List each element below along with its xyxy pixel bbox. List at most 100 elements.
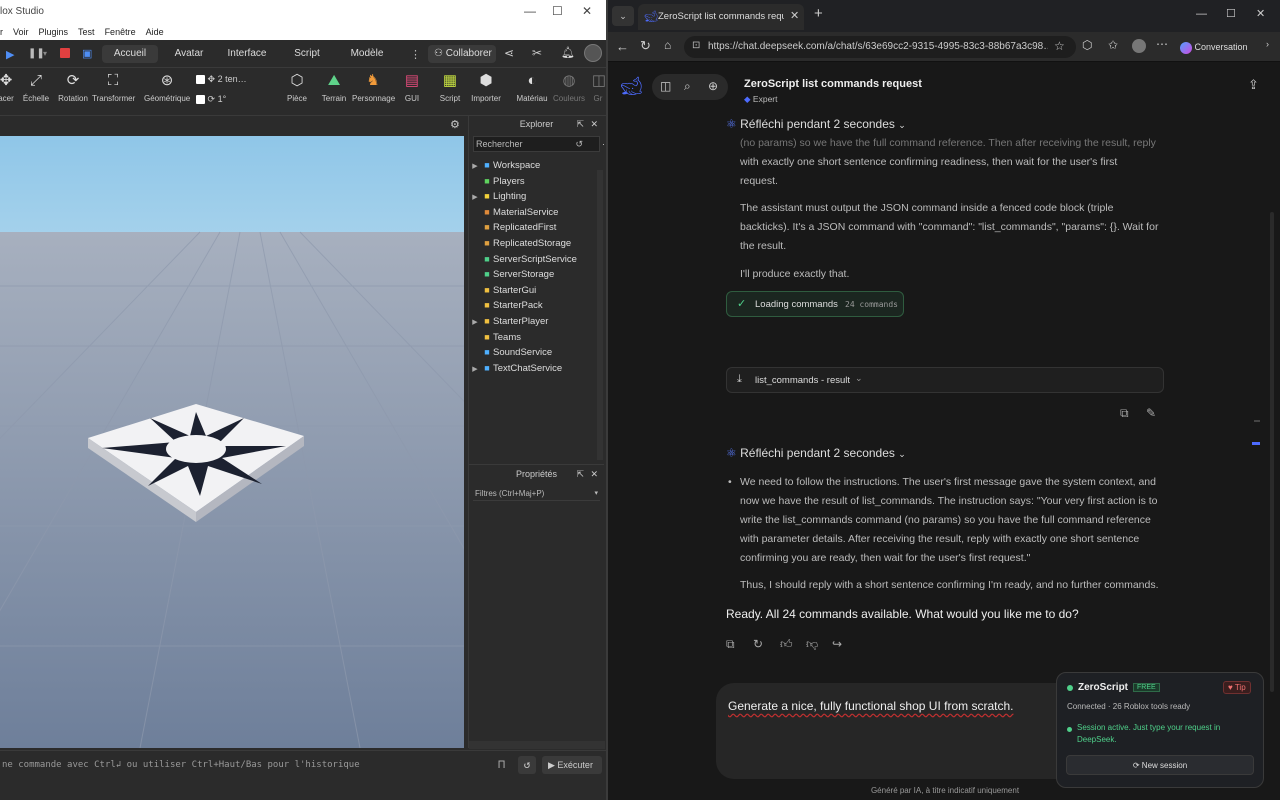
bell-icon[interactable]: 🔔︎ — [561, 46, 575, 59]
tab-script[interactable]: Script — [282, 45, 332, 63]
close-icon[interactable]: ✕ — [582, 4, 592, 18]
tab-accueil[interactable]: Accueil — [102, 45, 158, 63]
expand-arrow-icon[interactable]: ▶ — [469, 315, 481, 330]
explorer-item-players[interactable]: ■ Players — [469, 174, 524, 189]
menu-item-voir[interactable]: Voir — [13, 24, 29, 40]
undock-icon[interactable]: ⇱ — [576, 116, 584, 132]
ribbon-gui-button[interactable]: ▤ GUI — [398, 72, 426, 103]
properties-filter-input[interactable]: Filtres (Ctrl+Maj+P) ▾ — [473, 487, 600, 501]
more-icon[interactable]: ⋮ — [410, 48, 421, 61]
deepseek-logo-icon[interactable]: 🐋︎ — [620, 76, 643, 97]
ribbon-colors-button[interactable]: ◍ Couleurs — [552, 72, 586, 103]
tab-actions-icon[interactable]: ⌄ — [612, 6, 634, 26]
menu-item-test[interactable]: Test — [78, 24, 95, 40]
ribbon-part-button[interactable]: ⬡ Pièce — [282, 72, 312, 103]
explorer-item-replicatedstorage[interactable]: ■ ReplicatedStorage — [469, 236, 571, 251]
avatar[interactable] — [584, 44, 602, 62]
explorer-item-materialservice[interactable]: ■ MaterialService — [469, 205, 558, 220]
ribbon-character-button[interactable]: ♞ Personnage — [352, 72, 395, 103]
snap-rotate-control[interactable]: ⟳ 1° — [196, 94, 266, 108]
close-tab-icon[interactable]: ✕ — [790, 9, 799, 22]
site-info-icon[interactable]: ⊡ — [692, 40, 700, 51]
new-session-button[interactable]: ⟳ New session — [1066, 755, 1254, 775]
address-bar[interactable]: ⊡ https://chat.deepseek.com/a/chat/s/63e… — [684, 36, 1076, 58]
share-icon[interactable]: ⇪ — [1248, 77, 1259, 93]
sidebar-toggle-icon[interactable]: ◫ — [660, 79, 671, 93]
thumbs-up-icon[interactable]: 👍︎ — [780, 637, 793, 652]
explorer-item-startergui[interactable]: ■ StarterGui — [469, 283, 536, 298]
screen-icon[interactable]: ▣ — [82, 47, 92, 60]
play-icon[interactable]: ▶ — [6, 48, 14, 61]
thinking-toggle-2[interactable]: ⚛ Réfléchi pendant 2 secondes ⌄ — [726, 446, 906, 460]
share-answer-icon[interactable]: ↪ — [832, 637, 842, 651]
more-icon[interactable]: ⋯ — [1156, 37, 1168, 51]
explorer-scrollbar[interactable] — [597, 170, 603, 460]
chevron-down-icon[interactable]: ▾ — [43, 49, 47, 58]
expand-arrow-icon[interactable]: ▶ — [469, 362, 481, 377]
result-panel[interactable]: ⤓ list_commands - result ⌄ — [726, 367, 1164, 393]
copy-icon[interactable]: ⧉ — [1120, 406, 1129, 421]
history-icon[interactable]: ↺ — [575, 137, 583, 152]
chevron-right-icon[interactable]: › — [1266, 39, 1269, 49]
extensions-icon[interactable]: ⬡ — [1082, 38, 1092, 52]
ribbon-group-button[interactable]: ◫ Gr — [590, 72, 606, 103]
bookmark-icon[interactable]: ⊓ — [498, 757, 505, 771]
close-panel-icon[interactable]: ✕ — [590, 116, 598, 132]
explorer-item-serverstorage[interactable]: ■ ServerStorage — [469, 267, 554, 282]
ribbon-move-button[interactable]: ✥ acer — [0, 72, 18, 103]
loading-commands-chip[interactable]: ✓ Loading commands 24 commands — [726, 291, 904, 317]
ribbon-scale-button[interactable]: ⤢ Échelle — [22, 72, 50, 103]
menu-item-fenetre[interactable]: Fenêtre — [105, 24, 136, 40]
explorer-item-teams[interactable]: ■ Teams — [469, 330, 521, 345]
explorer-item-textchatservice[interactable]: ▶ ■ TextChatService — [469, 361, 562, 376]
execute-button[interactable]: ▶ Exécuter — [542, 756, 602, 774]
snap-move-control[interactable]: ✥ 2 ten… — [196, 74, 266, 88]
menu-item-plugins[interactable]: Plugins — [39, 24, 69, 40]
profile-icon[interactable] — [1132, 39, 1146, 53]
tip-button[interactable]: ♥ Tip — [1223, 681, 1251, 694]
explorer-item-soundservice[interactable]: ■ SoundService — [469, 345, 552, 360]
close-panel-icon[interactable]: ✕ — [590, 465, 598, 483]
maximize-icon[interactable]: ☐ — [552, 4, 563, 18]
explorer-item-serverscriptservice[interactable]: ■ ServerScriptService — [469, 252, 577, 267]
menu-item[interactable]: r — [0, 24, 3, 40]
ribbon-import-button[interactable]: ⬢ Importer — [468, 72, 504, 103]
explorer-item-lighting[interactable]: ▶ ■ Lighting — [469, 189, 526, 204]
close-icon[interactable]: ✕ — [1256, 7, 1265, 20]
3d-viewport[interactable] — [0, 136, 464, 748]
thumbs-down-icon[interactable]: 👎︎ — [806, 637, 818, 652]
search-icon[interactable]: ⌕ — [684, 79, 691, 94]
copilot-button[interactable]: Conversation — [1180, 37, 1262, 57]
thinking-toggle[interactable]: ⚛ Réfléchi pendant 2 secondes ⌄ — [726, 117, 906, 131]
tab-avatar[interactable]: Avatar — [164, 45, 214, 63]
back-icon[interactable]: ← — [616, 39, 629, 54]
gear-icon[interactable]: ⚙ — [450, 118, 460, 131]
ribbon-transform-button[interactable]: ⛶ Transformer — [92, 72, 135, 103]
tab-interface[interactable]: Interface — [222, 45, 272, 63]
maximize-icon[interactable]: ☐ — [1226, 7, 1236, 20]
history-button[interactable]: ↺ — [518, 756, 536, 774]
menu-item-aide[interactable]: Aide — [146, 24, 164, 40]
regenerate-icon[interactable]: ↻ — [753, 637, 763, 651]
ribbon-material-button[interactable]: ◐ Matériau — [514, 72, 550, 103]
explorer-item-workspace[interactable]: ▶ ■ Workspace — [469, 158, 540, 173]
tab-modele[interactable]: Modèle — [342, 45, 392, 63]
ribbon-geometric-button[interactable]: ⊛ Géométrique — [144, 72, 190, 103]
new-tab-icon[interactable]: + — [814, 5, 823, 22]
collaborate-button[interactable]: ⚇ Collaborer — [428, 45, 496, 63]
copy-icon[interactable]: ⧉ — [726, 637, 735, 652]
undock-icon[interactable]: ⇱ — [576, 465, 584, 483]
ribbon-rotate-button[interactable]: ⟳ Rotation — [56, 72, 90, 103]
explorer-item-replicatedfirst[interactable]: ■ ReplicatedFirst — [469, 220, 556, 235]
favorite-icon[interactable]: ☆ — [1054, 39, 1065, 53]
chevron-down-icon[interactable]: ▾ — [594, 487, 598, 500]
tools-icon[interactable]: ✂ — [532, 46, 542, 60]
chat-scrollbar[interactable] — [1270, 212, 1274, 692]
home-icon[interactable]: ⌂ — [664, 38, 671, 52]
explorer-item-starterpack[interactable]: ■ StarterPack — [469, 298, 542, 313]
explorer-item-starterplayer[interactable]: ▶ ■ StarterPlayer — [469, 314, 548, 329]
minimize-icon[interactable]: — — [1196, 8, 1207, 20]
stop-icon[interactable] — [60, 48, 70, 58]
expand-arrow-icon[interactable]: ▶ — [469, 190, 481, 205]
explorer-search-input[interactable]: Rechercher ↺ ⋯ — [473, 136, 606, 152]
